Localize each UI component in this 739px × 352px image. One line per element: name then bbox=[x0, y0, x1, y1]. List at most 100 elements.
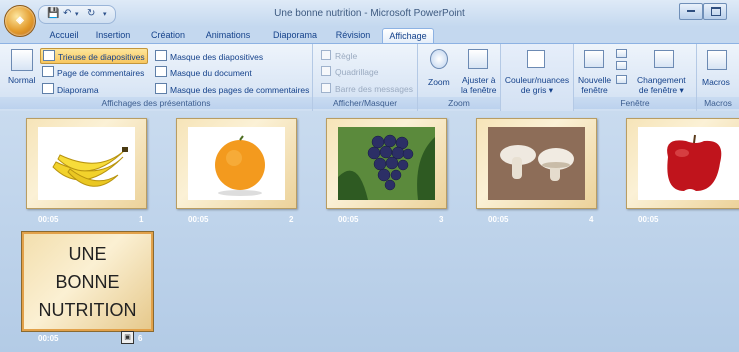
orange-image bbox=[188, 127, 285, 200]
ruler-checkbox-box bbox=[321, 50, 331, 60]
minimize-button[interactable] bbox=[679, 3, 703, 20]
ribbon: Normal Trieuse de diapositives Page de c… bbox=[0, 43, 739, 112]
ribbon-tabs: Accueil Insertion Création Animations Di… bbox=[0, 27, 739, 44]
ruler-checkbox[interactable]: Règle bbox=[321, 50, 357, 61]
cascade-icon[interactable] bbox=[616, 61, 627, 70]
bananas-image bbox=[38, 127, 135, 200]
slide-master-button[interactable]: Masque des diapositives bbox=[155, 50, 263, 62]
mushrooms-image bbox=[488, 127, 585, 200]
slide-3-timing: 00:05 bbox=[338, 215, 359, 224]
slide-master-icon bbox=[155, 50, 167, 61]
switch-window-line2: de fenêtre bbox=[638, 85, 678, 95]
group-presentation-views: Normal Trieuse de diapositives Page de c… bbox=[0, 44, 313, 111]
slide-transition-icon: ▣ bbox=[121, 331, 134, 344]
mushrooms-picture bbox=[488, 127, 585, 200]
color-grayscale-button[interactable]: Couleur/nuances de gris ▾ bbox=[504, 75, 570, 95]
normal-view-icon[interactable] bbox=[11, 49, 33, 71]
apple-picture bbox=[667, 134, 722, 191]
office-button[interactable]: ◈ bbox=[4, 5, 36, 37]
group-label-window: Fenêtre bbox=[574, 97, 696, 109]
new-window-line1: Nouvelle bbox=[578, 75, 612, 85]
slideshow-button[interactable]: Diaporama bbox=[42, 83, 99, 95]
ruler-label: Règle bbox=[335, 51, 358, 61]
maximize-button[interactable] bbox=[703, 3, 727, 20]
office-logo-icon: ◈ bbox=[16, 15, 24, 26]
slide-6-timing: 00:05 bbox=[38, 334, 59, 343]
bananas-picture bbox=[52, 147, 128, 187]
slide-thumbnail-4[interactable] bbox=[476, 118, 597, 209]
zoom-magnifier-icon[interactable] bbox=[430, 49, 448, 69]
group-label-presentation: Affichages des présentations bbox=[0, 97, 312, 109]
move-split-icon[interactable] bbox=[616, 75, 627, 84]
slide-thumbnail-6-selected[interactable]: UNE BONNE NUTRITION bbox=[22, 232, 153, 331]
grapes-picture bbox=[338, 127, 435, 200]
message-bar-checkbox-box bbox=[321, 83, 331, 93]
color-grayscale-line1: Couleur/nuances bbox=[504, 75, 570, 85]
color-grayscale-line2: de gris bbox=[520, 85, 547, 95]
group-window: Nouvelle fenêtre Changement de fenêtre ▾ F… bbox=[574, 44, 697, 111]
new-window-line2: fenêtre bbox=[581, 85, 608, 95]
macros-icon[interactable] bbox=[707, 50, 727, 70]
group-macros: Macros Macros bbox=[697, 44, 739, 111]
tab-insertion[interactable]: Insertion bbox=[90, 28, 136, 43]
notes-page-label: Page de commentaires bbox=[57, 68, 145, 78]
notes-master-button[interactable]: Masque des pages de commentaires bbox=[155, 83, 309, 95]
gridlines-label: Quadrillage bbox=[335, 67, 379, 77]
slide-6-title-line2: BONNE bbox=[55, 272, 120, 292]
slide-1-timing: 00:05 bbox=[38, 215, 59, 224]
slide-thumbnail-2[interactable] bbox=[176, 118, 297, 209]
slide-5-timing: 00:05 bbox=[638, 215, 659, 224]
title-bar: ◈ 💾 ↶ ▾ ↻ ▾ Une bonne nutrition - Micros… bbox=[0, 0, 739, 37]
slide-thumbnail-3[interactable] bbox=[326, 118, 447, 209]
slide-sorter-icon bbox=[43, 50, 55, 61]
slide-sorter-button[interactable]: Trieuse de diapositives bbox=[40, 48, 148, 64]
group-color-grayscale: Couleur/nuances de gris ▾ bbox=[501, 44, 574, 111]
tab-revision[interactable]: Révision bbox=[332, 28, 374, 43]
slide-sorter-label: Trieuse de diapositives bbox=[58, 52, 145, 62]
handout-master-icon bbox=[155, 66, 167, 77]
fit-to-window-icon[interactable] bbox=[468, 49, 488, 69]
fit-to-window-button[interactable]: Ajuster à la fenêtre bbox=[461, 75, 496, 95]
new-window-icon[interactable] bbox=[584, 50, 604, 68]
slide-thumbnail-5[interactable] bbox=[626, 118, 739, 209]
group-label-zoom: Zoom bbox=[418, 97, 500, 109]
slide-6-title-line1: UNE bbox=[68, 244, 107, 264]
slide-master-label: Masque des diapositives bbox=[170, 52, 264, 62]
switch-window-icon[interactable] bbox=[654, 50, 674, 68]
gridlines-checkbox[interactable]: Quadrillage bbox=[321, 66, 378, 77]
tab-creation[interactable]: Création bbox=[145, 28, 191, 43]
notes-master-label: Masque des pages de commentaires bbox=[170, 85, 310, 95]
message-bar-checkbox[interactable]: Barre des messages bbox=[321, 83, 413, 94]
group-zoom: Zoom Ajuster à la fenêtre Zoom bbox=[418, 44, 501, 111]
tab-accueil[interactable]: Accueil bbox=[43, 28, 85, 43]
orange-picture bbox=[215, 135, 265, 196]
macros-button[interactable]: Macros bbox=[702, 77, 730, 87]
slideshow-label: Diaporama bbox=[57, 85, 99, 95]
slide-4-number: 4 bbox=[589, 215, 594, 224]
slideshow-icon bbox=[42, 83, 54, 94]
fit-window-line1: Ajuster à bbox=[461, 75, 496, 85]
window-title: Une bonne nutrition - Microsoft PowerPoi… bbox=[274, 8, 465, 19]
switch-window-button[interactable]: Changement de fenêtre ▾ bbox=[637, 75, 686, 95]
arrange-all-icon[interactable] bbox=[616, 49, 627, 58]
zoom-button[interactable]: Zoom bbox=[428, 77, 450, 87]
slide-2-number: 2 bbox=[289, 215, 294, 224]
slide-4-timing: 00:05 bbox=[488, 215, 509, 224]
switch-window-line1: Changement bbox=[637, 75, 686, 85]
tab-diaporama[interactable]: Diaporama bbox=[268, 28, 322, 43]
handout-master-button[interactable]: Masque du document bbox=[155, 66, 252, 78]
color-grayscale-icon[interactable] bbox=[527, 50, 545, 68]
group-show-hide: Règle Quadrillage Barre des messages Aff… bbox=[313, 44, 418, 111]
slide-thumbnail-1[interactable] bbox=[26, 118, 147, 209]
window-controls bbox=[679, 3, 731, 20]
new-window-button[interactable]: Nouvelle fenêtre bbox=[578, 75, 611, 95]
slide-2-timing: 00:05 bbox=[188, 215, 209, 224]
notes-page-button[interactable]: Page de commentaires bbox=[42, 66, 144, 78]
slide-3-number: 3 bbox=[439, 215, 444, 224]
tab-affichage[interactable]: Affichage bbox=[382, 28, 434, 44]
normal-view-button[interactable]: Normal bbox=[8, 75, 35, 85]
tab-animations[interactable]: Animations bbox=[200, 28, 256, 43]
slide-1-number: 1 bbox=[139, 215, 144, 224]
message-bar-label: Barre des messages bbox=[335, 84, 413, 94]
slide-6-number: 6 bbox=[138, 334, 143, 343]
